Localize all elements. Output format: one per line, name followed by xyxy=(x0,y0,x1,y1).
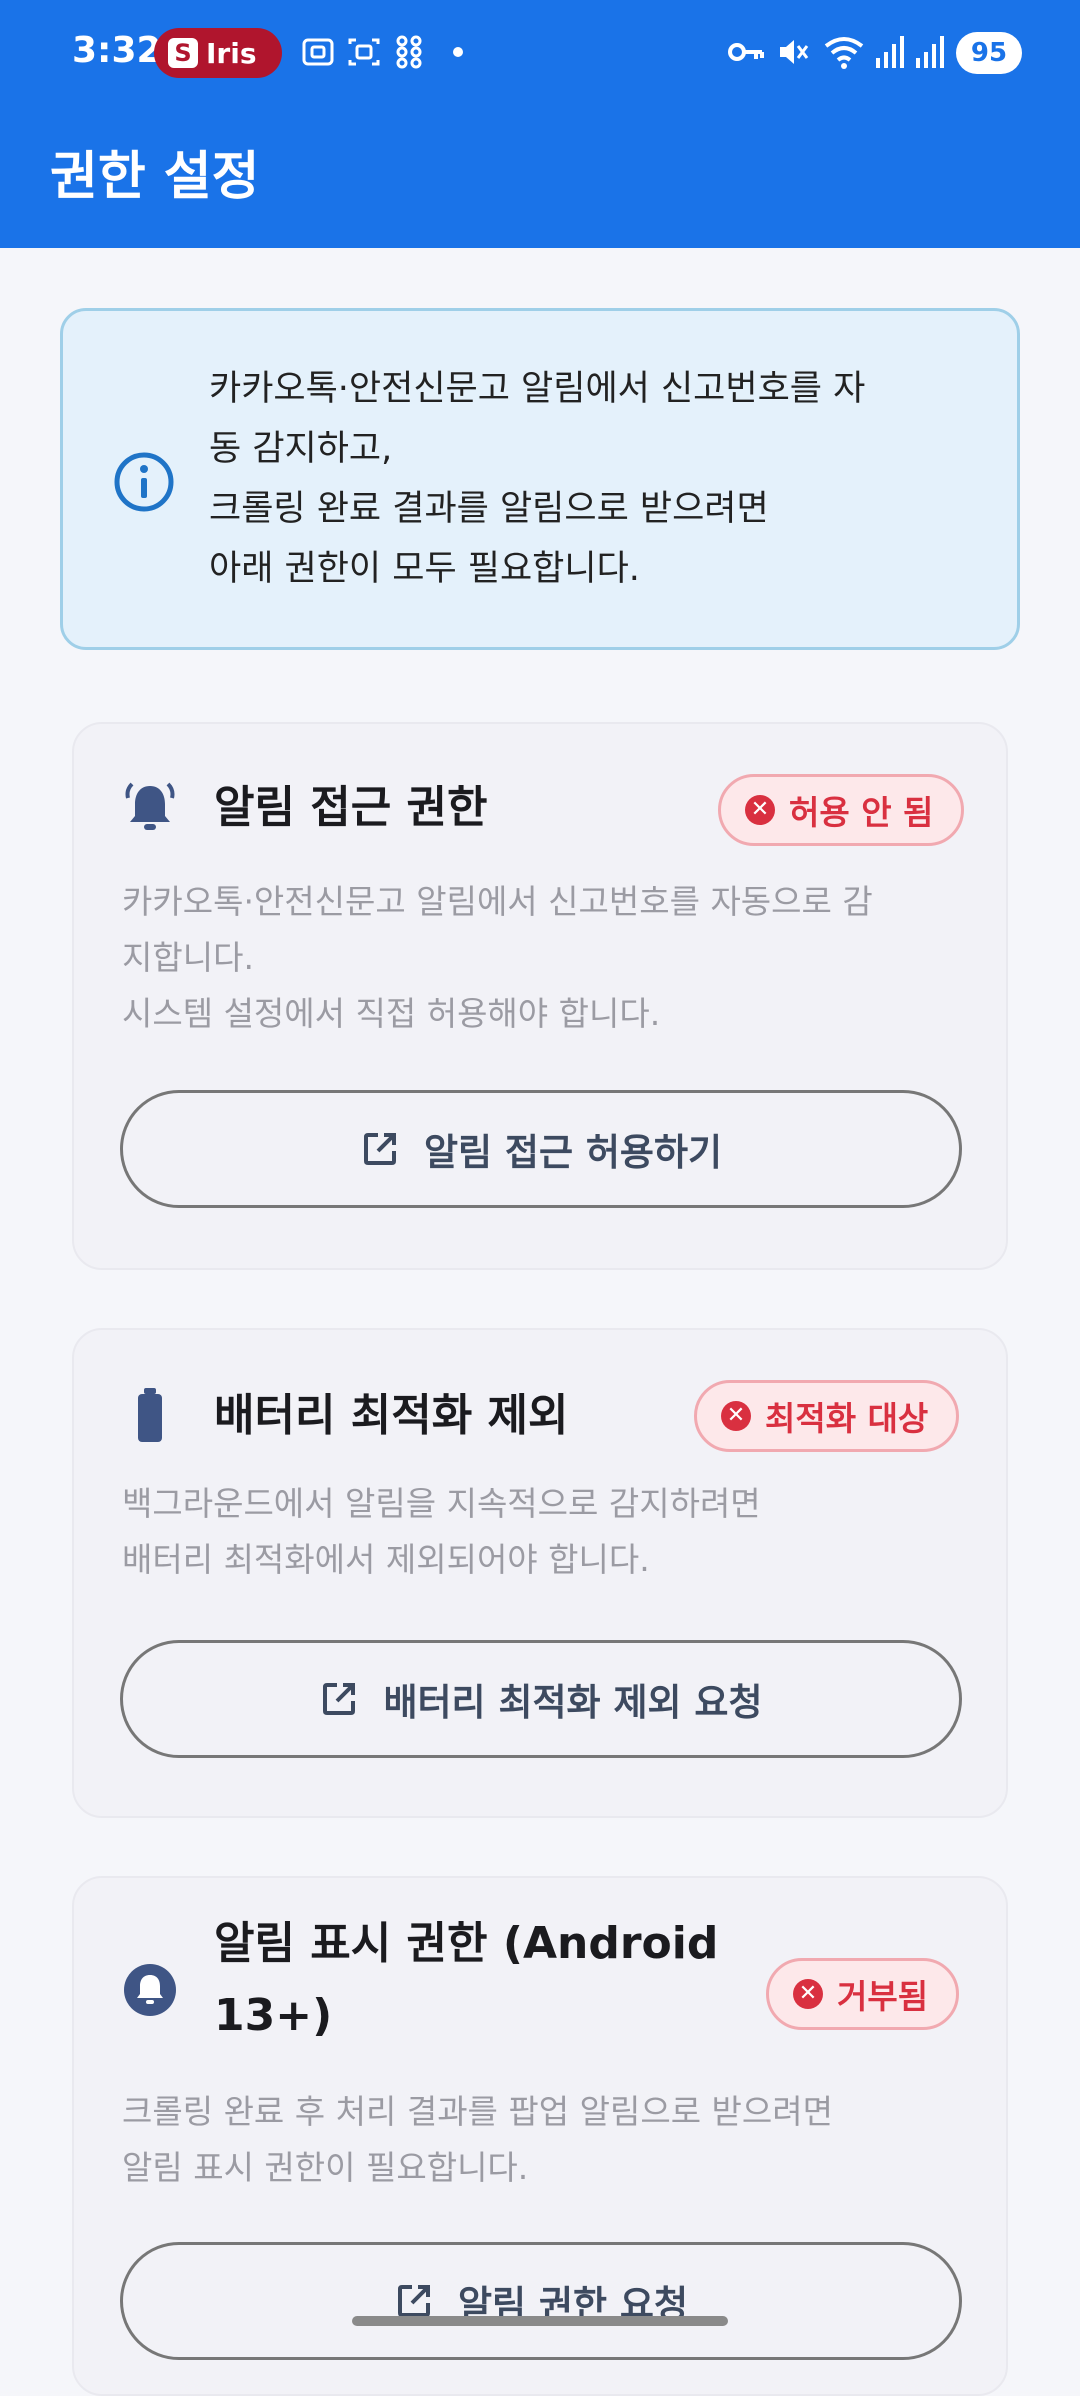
screen-record-icon xyxy=(348,38,380,66)
open-external-icon xyxy=(397,2285,430,2317)
wifi-icon xyxy=(824,37,864,69)
card-description: 카카오톡·안전신문고 알림에서 신고번호를 자동으로 감 지합니다. 시스템 설… xyxy=(122,874,982,1042)
desc-line: 시스템 설정에서 직접 허용해야 합니다. xyxy=(122,994,661,1033)
iris-chip[interactable]: S Iris xyxy=(154,28,282,78)
app-bar: 3:32 S Iris 95 권한 설정 xyxy=(0,0,1080,248)
notification-bell-icon xyxy=(124,1964,176,2016)
info-text: 카카오톡·안전신문고 알림에서 신고번호를 자 동 감지하고, 크롤링 완료 결… xyxy=(209,359,1009,599)
desc-line: 크롤링 완료 후 처리 결과를 팝업 알림으로 받으려면 xyxy=(122,2092,833,2131)
iris-label: Iris xyxy=(206,36,257,70)
card-title: 알림 표시 권한 (Android 13+) xyxy=(214,1908,718,2052)
button-label: 배터리 최적화 제외 요청 xyxy=(383,1681,763,1724)
status-badge: ✕ 허용 안 됨 xyxy=(718,774,965,846)
card-title: 알림 접근 권한 xyxy=(214,782,488,833)
signal-icon xyxy=(916,36,944,68)
card-title: 배터리 최적화 제외 xyxy=(214,1390,569,1441)
desc-line: 알림 표시 권한이 필요합니다. xyxy=(122,2148,529,2187)
info-line: 카카오톡·안전신문고 알림에서 신고번호를 자 xyxy=(209,369,866,409)
desc-line: 배터리 최적화에서 제외되어야 합니다. xyxy=(122,1540,650,1579)
title-line: 알림 표시 권한 (Android xyxy=(214,1918,719,1969)
info-line: 크롤링 완료 결과를 알림으로 받으려면 xyxy=(209,489,769,529)
request-notification-permission-button[interactable]: 알림 권한 요청 xyxy=(120,2242,962,2360)
battery-exclusion-request-button[interactable]: 배터리 최적화 제외 요청 xyxy=(120,1640,962,1758)
card-description: 백그라운드에서 알림을 지속적으로 감지하려면 배터리 최적화에서 제외되어야 … xyxy=(122,1476,982,1588)
open-external-icon xyxy=(363,1133,396,1165)
info-banner: 카카오톡·안전신문고 알림에서 신고번호를 자 동 감지하고, 크롤링 완료 결… xyxy=(60,308,1020,650)
status-bar: 3:32 S Iris 95 xyxy=(0,0,1080,108)
title-line: 13+) xyxy=(214,1990,333,2041)
status-time: 3:32 xyxy=(72,30,162,71)
vpn-key-icon xyxy=(728,43,764,61)
desc-line: 백그라운드에서 알림을 지속적으로 감지하려면 xyxy=(122,1484,761,1523)
error-icon: ✕ xyxy=(721,1401,751,1431)
desc-line: 카카오톡·안전신문고 알림에서 신고번호를 자동으로 감 xyxy=(122,882,873,921)
error-icon: ✕ xyxy=(793,1979,823,2009)
battery-icon xyxy=(138,1388,162,1442)
info-line: 동 감지하고, xyxy=(209,429,393,469)
grid-icon xyxy=(396,35,422,69)
card-description: 크롤링 완료 후 처리 결과를 팝업 알림으로 받으려면 알림 표시 권한이 필… xyxy=(122,2084,982,2196)
notification-access-card: 알림 접근 권한 ✕ 허용 안 됨 카카오톡·안전신문고 알림에서 신고번호를 … xyxy=(72,722,1008,1270)
status-badge: ✕ 최적화 대상 xyxy=(694,1380,960,1452)
battery-indicator: 95 xyxy=(956,32,1022,74)
info-line: 아래 권한이 모두 필요합니다. xyxy=(209,549,640,589)
button-label: 알림 접근 허용하기 xyxy=(423,1131,723,1174)
iris-logo-icon: S xyxy=(168,38,198,68)
dot-icon xyxy=(453,47,463,57)
signal-icon xyxy=(876,36,904,68)
badge-label: 거부됨 xyxy=(837,1977,929,2016)
notification-access-bell-icon xyxy=(125,782,175,830)
mute-icon xyxy=(780,40,809,64)
battery-optimization-card: 배터리 최적화 제외 ✕ 최적화 대상 백그라운드에서 알림을 지속적으로 감지… xyxy=(72,1328,1008,1818)
error-icon: ✕ xyxy=(745,795,775,825)
info-icon xyxy=(114,452,174,512)
open-external-icon xyxy=(323,1683,356,1715)
page-title: 권한 설정 xyxy=(50,147,260,207)
allow-notification-access-button[interactable]: 알림 접근 허용하기 xyxy=(120,1090,962,1208)
badge-label: 최적화 대상 xyxy=(765,1399,929,1438)
desc-line: 지합니다. xyxy=(122,938,254,977)
badge-label: 허용 안 됨 xyxy=(789,793,934,832)
status-badge: ✕ 거부됨 xyxy=(766,1958,960,2030)
gesture-nav-handle[interactable] xyxy=(352,2316,728,2326)
screenshot-icon xyxy=(302,38,334,66)
